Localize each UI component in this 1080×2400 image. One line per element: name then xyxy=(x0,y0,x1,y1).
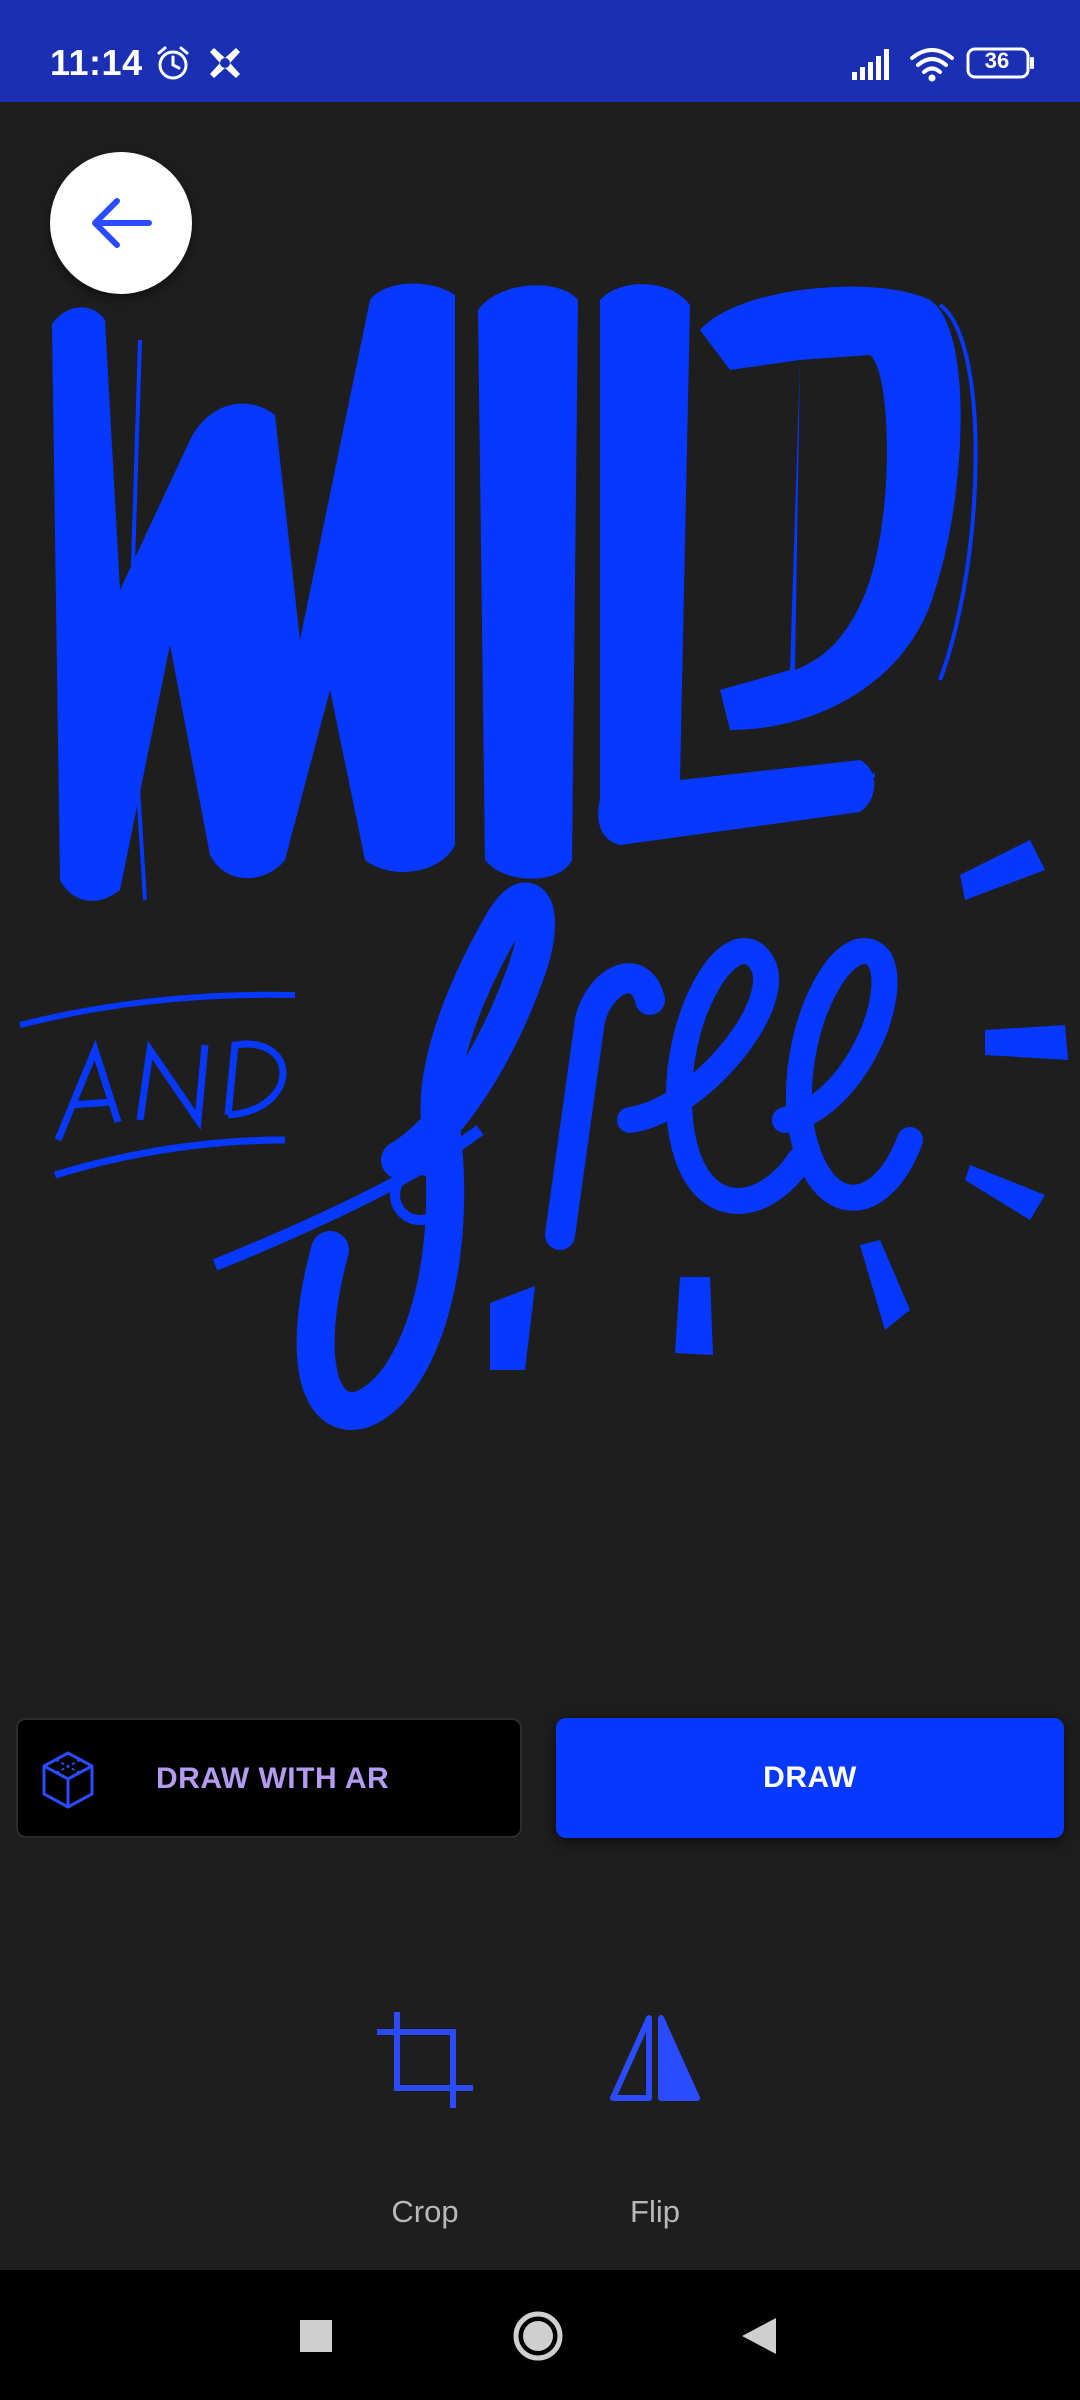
draw-label: DRAW xyxy=(763,1761,857,1794)
back-button[interactable] xyxy=(50,152,192,294)
back-triangle-icon[interactable] xyxy=(738,2316,780,2356)
alarm-icon xyxy=(157,46,189,80)
signal-icon xyxy=(852,49,889,80)
status-time: 11:14 xyxy=(50,42,143,83)
crop-icon xyxy=(377,2012,473,2108)
recents-square-icon[interactable] xyxy=(298,2318,334,2354)
flip-label: Flip xyxy=(630,2194,680,2229)
status-bar: 11:14 36 xyxy=(0,0,1080,102)
arrow-left-icon xyxy=(92,198,152,248)
crop-label: Crop xyxy=(391,2194,459,2229)
home-circle-icon[interactable] xyxy=(512,2310,564,2362)
draw-with-ar-button[interactable]: DRAW WITH AR xyxy=(16,1718,522,1838)
crop-tool[interactable]: Crop xyxy=(350,2010,500,2250)
wild-and-free-lettering-image xyxy=(19,283,1068,1430)
battery-level: 36 xyxy=(984,48,1010,73)
system-nav-bar xyxy=(0,2270,1080,2400)
wifi-icon xyxy=(910,48,954,82)
flip-icon xyxy=(610,2015,700,2101)
ar-cube-icon xyxy=(42,1751,94,1809)
draw-button[interactable]: DRAW xyxy=(556,1718,1064,1838)
flip-tool[interactable]: Flip xyxy=(580,2010,730,2250)
draw-with-ar-label: DRAW WITH AR xyxy=(156,1762,390,1795)
app-notification-icon xyxy=(210,48,240,78)
